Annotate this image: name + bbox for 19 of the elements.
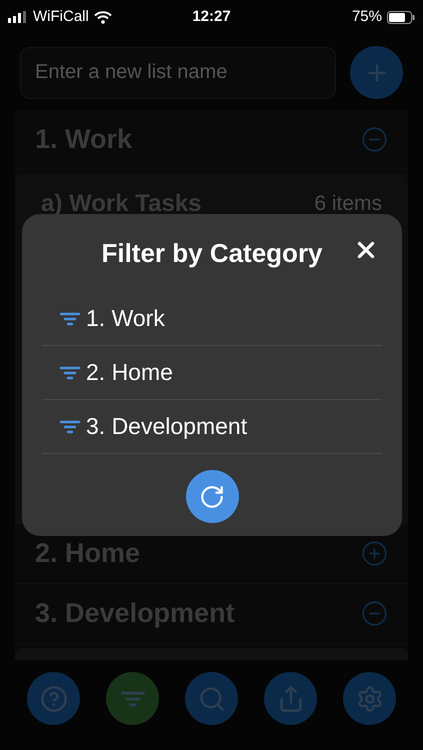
carrier-label: WiFiCall [33, 6, 89, 27]
battery-icon [387, 10, 415, 24]
settings-icon [356, 684, 384, 712]
signal-icon [8, 11, 28, 23]
refresh-icon [199, 484, 225, 510]
clock: 12:27 [192, 6, 231, 27]
category-item[interactable]: 1. Work [42, 292, 382, 346]
search-icon [198, 684, 226, 712]
collapse-icon[interactable] [361, 600, 388, 627]
list-name-field[interactable]: Enter a new list name [20, 46, 336, 98]
expand-icon[interactable] [361, 540, 388, 567]
wifi-icon [94, 10, 112, 24]
battery-label: 75% [352, 6, 382, 27]
collapse-icon[interactable] [361, 126, 388, 153]
item-count: 6 items [314, 191, 382, 217]
category-item[interactable]: 2. Home [42, 346, 382, 400]
dialog-title: Filter by Category [101, 236, 323, 270]
help-icon [40, 684, 68, 712]
category-item[interactable]: 3. Development [42, 400, 382, 454]
